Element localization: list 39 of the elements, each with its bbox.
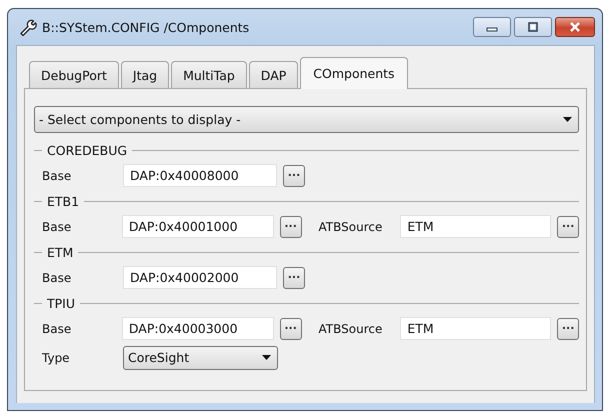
- tab[interactable]: MultiTap: [171, 61, 247, 88]
- field-label: ATBSource: [318, 322, 384, 336]
- field-label: Base: [42, 322, 72, 336]
- field-label: ATBSource: [318, 220, 384, 234]
- input-field[interactable]: ETM: [400, 317, 552, 340]
- group-title: ETM: [47, 244, 74, 260]
- close-icon: [569, 22, 581, 32]
- browse-button[interactable]: ...: [280, 216, 302, 238]
- input-field[interactable]: DAP:0x40002000: [123, 266, 277, 289]
- dropdown-caret-icon: [563, 117, 572, 122]
- browse-button[interactable]: ...: [283, 266, 305, 288]
- wrench-icon: [19, 18, 37, 36]
- dropdown-caret-icon: [262, 355, 271, 360]
- group-title: ETB1: [47, 194, 80, 208]
- type-dropdown[interactable]: CoreSight: [123, 346, 278, 370]
- input-field[interactable]: DAP:0x40001000: [122, 215, 274, 238]
- browse-button[interactable]: ...: [557, 216, 580, 238]
- group-title: TPIU: [47, 296, 76, 310]
- input-field[interactable]: DAP:0x40003000: [122, 317, 274, 340]
- group-title: COREDEBUG: [47, 142, 128, 158]
- components-dropdown[interactable]: - Select components to display -: [34, 106, 579, 133]
- tab[interactable]: DebugPort: [29, 61, 119, 88]
- maximize-button[interactable]: [514, 17, 552, 37]
- input-field[interactable]: DAP:0x40008000: [123, 164, 277, 187]
- field-label: Base: [42, 220, 72, 234]
- close-button[interactable]: [555, 17, 595, 37]
- tab[interactable]: COmponents: [300, 57, 408, 89]
- field-label: Type: [42, 350, 71, 364]
- field-label: Base: [42, 270, 72, 284]
- maximize-icon: [527, 22, 539, 32]
- minimize-button[interactable]: [473, 17, 511, 37]
- browse-button[interactable]: ...: [283, 164, 305, 186]
- field-label: Base: [42, 168, 72, 182]
- input-field[interactable]: ETM: [400, 215, 552, 238]
- browse-button[interactable]: ...: [280, 318, 302, 340]
- tab[interactable]: DAP: [248, 61, 298, 88]
- browse-button[interactable]: ...: [557, 318, 580, 340]
- tab[interactable]: Jtag: [120, 61, 170, 88]
- window-title: B::SYStem.CONFIG /COmponents: [42, 20, 250, 34]
